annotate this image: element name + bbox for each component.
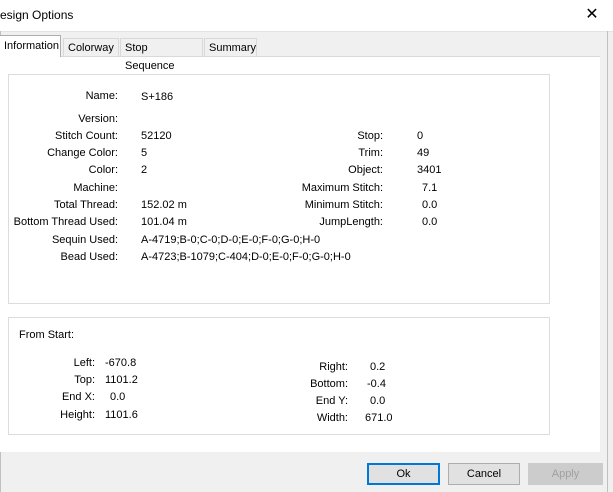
color-label: Color: — [88, 164, 118, 176]
title-bar: esign Options ✕ — [0, 0, 613, 32]
height-value: 1101.6 — [105, 409, 138, 421]
end-x-label: End X: — [61, 391, 95, 403]
end-x-value: 0.0 — [110, 391, 126, 403]
total-thread-value: 152.02 m — [141, 199, 187, 211]
bottom-label: Bottom: — [310, 378, 348, 390]
height-label: Height: — [60, 409, 95, 421]
jump-length-label: JumpLength: — [319, 216, 383, 228]
object-label: Object: — [348, 164, 383, 176]
machine-label: Machine: — [73, 182, 118, 194]
max-stitch-value: 7.1 — [422, 182, 438, 194]
window-title: esign Options — [0, 8, 74, 22]
version-label: Version: — [78, 113, 118, 125]
min-stitch-label: Minimum Stitch: — [304, 199, 383, 211]
bottom-thread-value: 101.04 m — [141, 216, 187, 228]
stitch-count-value: 52120 — [141, 130, 172, 142]
sequin-value: A-4719;B-0;C-0;D-0;E-0;F-0;G-0;H-0 — [141, 234, 321, 246]
name-value: S+186 — [141, 91, 174, 103]
end-y-label: End Y: — [315, 395, 348, 407]
stop-label: Stop: — [357, 130, 383, 142]
trim-value: 49 — [417, 147, 430, 159]
from-start-heading: From Start: — [19, 329, 75, 341]
bottom-thread-label: Bottom Thread Used: — [13, 216, 118, 228]
color-value: 2 — [141, 164, 148, 176]
right-label: Right: — [319, 361, 348, 373]
left-value: -670.8 — [105, 357, 137, 369]
stitch-count-label: Stitch Count: — [55, 130, 118, 142]
top-value: 1101.2 — [105, 374, 138, 386]
bead-value: A-4723;B-1079;C-404;D-0;E-0;F-0;G-0;H-0 — [141, 251, 351, 263]
object-value: 3401 — [417, 164, 442, 176]
ok-button[interactable]: Ok — [367, 463, 440, 485]
name-label: Name: — [85, 90, 118, 102]
end-y-value: 0.0 — [370, 395, 386, 407]
close-icon[interactable]: ✕ — [581, 4, 603, 26]
apply-button[interactable]: Apply — [528, 463, 603, 485]
trim-label: Trim: — [358, 147, 383, 159]
sequin-label: Sequin Used: — [51, 234, 118, 246]
cancel-button[interactable]: Cancel — [448, 463, 520, 485]
left-label: Left: — [73, 357, 95, 369]
tab-information[interactable]: Information — [0, 35, 61, 57]
right-value: 0.2 — [370, 361, 386, 373]
total-thread-label: Total Thread: — [53, 199, 118, 211]
jump-length-value: 0.0 — [422, 216, 438, 228]
tab-stop-sequence[interactable]: Stop Sequence — [120, 38, 203, 72]
stop-value: 0 — [417, 130, 424, 142]
bead-label: Bead Used: — [60, 251, 118, 263]
tab-colorway[interactable]: Colorway — [63, 38, 119, 56]
right-frame — [607, 31, 608, 492]
change-color-label: Change Color: — [47, 147, 118, 159]
tab-summary[interactable]: Summary — [204, 38, 257, 56]
bottom-value: -0.4 — [367, 378, 386, 390]
max-stitch-label: Maximum Stitch: — [301, 182, 383, 194]
min-stitch-value: 0.0 — [422, 199, 438, 211]
width-value: 671.0 — [365, 412, 393, 424]
change-color-value: 5 — [141, 147, 148, 159]
top-label: Top: — [74, 374, 95, 386]
width-label: Width: — [316, 412, 348, 424]
